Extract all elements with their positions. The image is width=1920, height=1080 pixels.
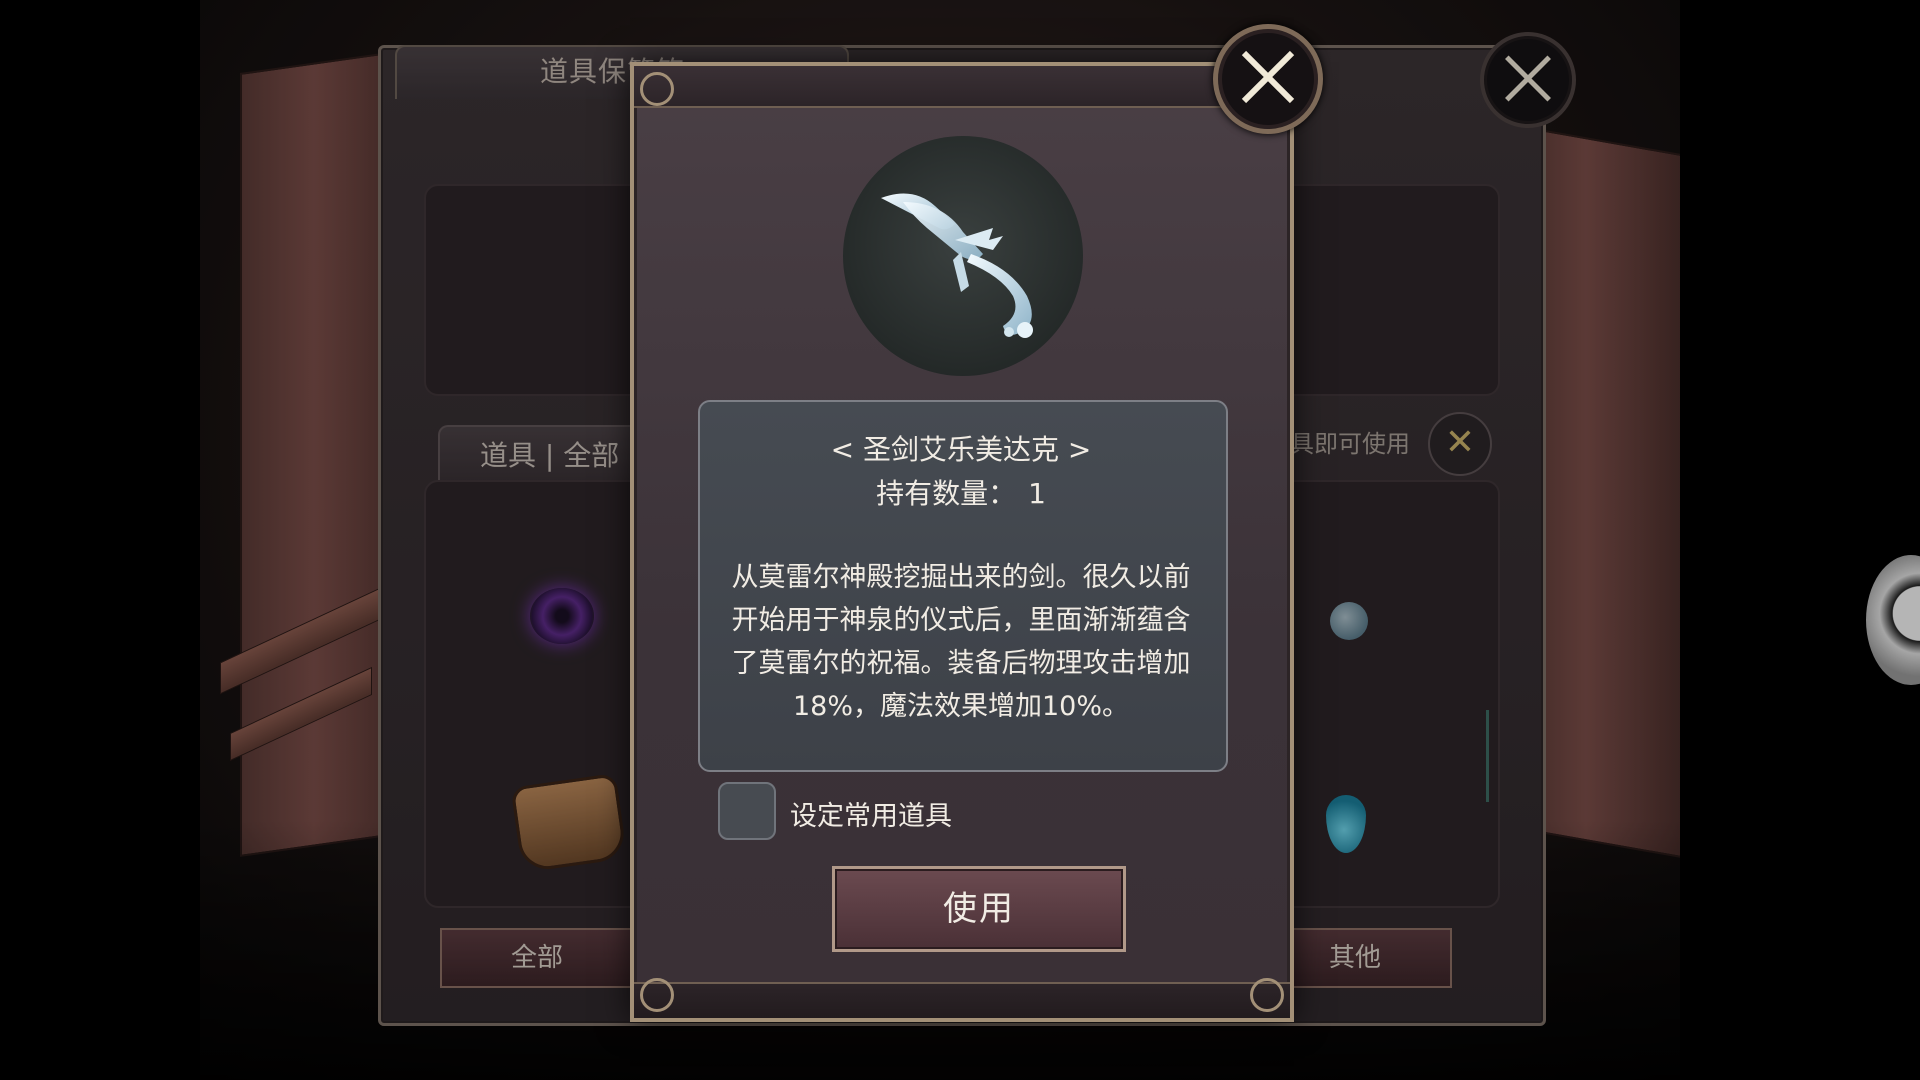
quantity-value: 1 [1028,477,1046,510]
holy-sword-icon [881,193,1033,338]
item-description: 从莫雷尔神殿挖掘出来的剑。很久以前开始用于神泉的仪式后，里面渐渐蕴含了莫雷尔的祝… [731,562,1191,722]
favorite-checkbox[interactable] [718,782,776,840]
ornament-corner [1250,978,1284,1012]
item-name: < 圣剑艾乐美达克 > [830,433,1092,466]
item-icon-frame [843,136,1083,376]
ornament-corner [640,72,674,106]
dialog-header-bar [634,66,1290,108]
close-icon[interactable] [1213,24,1323,134]
favorite-checkbox-label[interactable]: 设定常用道具 [790,794,952,833]
quantity-label: 持有数量： [876,477,1017,510]
ornament-corner [640,978,674,1012]
use-button[interactable]: 使用 [832,866,1126,952]
dialog-footer-bar [634,982,1290,1018]
item-quantity: 持有数量： 1 [698,472,1224,512]
